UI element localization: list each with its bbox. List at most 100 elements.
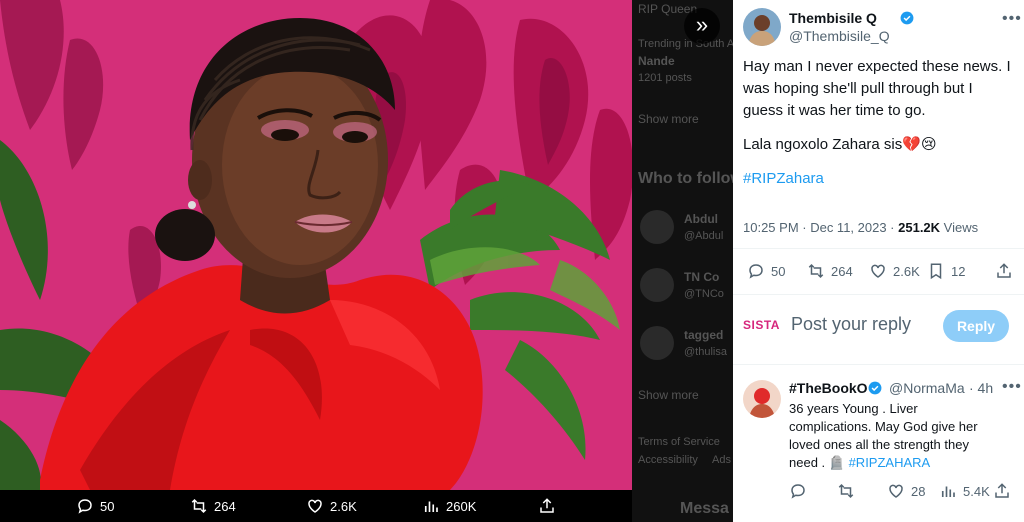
bg-line: Ads [712, 454, 731, 466]
media-views-count: 260K [446, 498, 477, 514]
reply-composer: SISTA Reply [743, 308, 1015, 346]
reply-views-button[interactable]: 5.4K [939, 482, 990, 500]
like-button[interactable]: 2.6K [869, 262, 920, 280]
media-reply-button[interactable]: 50 [76, 497, 114, 515]
tweet-paragraph: Hay man I never expected these news. I w… [743, 58, 1011, 119]
reply-author-avatar[interactable] [743, 380, 781, 418]
reply-share-button[interactable] [993, 482, 1011, 500]
bg-line: 1201 posts [638, 72, 692, 84]
media-viewer: RIP Queen Trending in South Africa Nande… [0, 0, 733, 522]
repost-icon [808, 263, 824, 279]
bg-avatar [640, 268, 674, 302]
media-share-button[interactable] [538, 497, 556, 515]
reply-submit-button[interactable]: Reply [943, 310, 1009, 342]
bg-avatar [640, 326, 674, 360]
divider [733, 294, 1024, 295]
reply-button[interactable]: 50 [747, 262, 785, 280]
reply-timestamp[interactable]: · 4h [969, 380, 993, 396]
reply-count: 50 [771, 263, 786, 279]
repost-button[interactable]: 264 [807, 262, 853, 280]
like-count: 2.6K [893, 263, 920, 279]
author-name[interactable]: Thembisile Q [789, 10, 877, 26]
media-reply-count: 50 [100, 498, 115, 514]
reply-action-bar: 28 5.4K [789, 482, 1014, 500]
share-button[interactable] [995, 262, 1013, 280]
media-views-button[interactable]: 260K [422, 497, 476, 515]
bg-line: @thulisa [684, 346, 727, 358]
views-icon [941, 486, 955, 497]
like-icon [308, 499, 322, 513]
bg-line: Who to follow [638, 170, 733, 187]
bookmark-count: 12 [951, 263, 966, 279]
reply-repost-button[interactable] [837, 482, 855, 500]
verified-icon [900, 11, 914, 25]
reply-hashtag-link[interactable]: #RIPZAHARA [849, 455, 931, 470]
reply-like-count: 28 [911, 483, 926, 499]
bg-line: @Abdul [684, 230, 724, 242]
author-handle[interactable]: @Thembisile_Q [789, 28, 890, 44]
avatar-image [743, 8, 781, 46]
share-icon [995, 483, 1009, 498]
more-icon[interactable]: ••• [1002, 378, 1022, 396]
repost-icon [191, 498, 207, 514]
tweet-action-bar: 50 264 2.6K 12 [743, 262, 1015, 282]
reply-text: 36 years Young . Liver complications. Ma… [789, 400, 994, 472]
share-icon [997, 263, 1011, 278]
current-user-avatar[interactable]: SISTA [743, 318, 780, 332]
reply-input[interactable] [791, 314, 941, 335]
author-avatar[interactable] [743, 8, 781, 46]
bookmark-button[interactable]: 12 [927, 262, 965, 280]
tweet-header: Thembisile Q @Thembisile_Q ••• [743, 8, 1021, 48]
reply-icon [749, 264, 763, 279]
tweet-detail-panel: Thembisile Q @Thembisile_Q ••• Hay man I… [733, 0, 1024, 522]
bg-line: tagged [684, 328, 724, 342]
bg-line: @TNCo [684, 288, 724, 300]
reply-author-name[interactable]: #TheBookO [789, 380, 868, 396]
divider [733, 248, 1024, 249]
bg-avatar [640, 210, 674, 244]
media-like-button[interactable]: 2.6K [306, 497, 357, 515]
share-icon [540, 498, 554, 513]
bg-line: Accessibility [638, 454, 698, 466]
reply-tweet[interactable]: #TheBookO @NormaMa · 4h ••• 36 years You… [743, 376, 1021, 516]
bg-line: Nande [638, 54, 675, 68]
repost-icon [838, 483, 854, 499]
media-repost-count: 264 [214, 498, 236, 514]
media-repost-button[interactable]: 264 [190, 497, 236, 515]
bg-line: TN Co [684, 270, 720, 284]
bg-line: Show more [638, 388, 699, 402]
like-icon [889, 484, 903, 498]
like-icon [871, 264, 885, 278]
bg-line: Trending in South Africa [638, 38, 733, 50]
reply-like-button[interactable]: 28 [887, 482, 925, 500]
tweet-paragraph: Lala ngoxolo Zahara sis💔😢 [743, 136, 937, 153]
repost-count: 264 [831, 263, 853, 279]
divider [733, 364, 1024, 365]
reply-icon [78, 499, 92, 514]
photo-illustration [0, 0, 632, 490]
media-like-count: 2.6K [330, 498, 357, 514]
bg-line: Show more [638, 112, 699, 126]
avatar-image [743, 380, 781, 418]
tweet-views-label: Views [940, 220, 979, 235]
tweet-text: Hay man I never expected these news. I w… [743, 56, 1015, 202]
media-action-bar: 50 264 2.6K 260K [0, 490, 632, 522]
tweet-hashtag-link[interactable]: #RIPZahara [743, 170, 824, 187]
reply-author-handle[interactable]: @NormaMa [889, 380, 965, 396]
bg-line: Terms of Service [638, 436, 720, 448]
reply-reply-button[interactable] [789, 482, 807, 500]
bg-line: Abdul [684, 212, 718, 226]
verified-icon [868, 381, 882, 395]
background-timeline: RIP Queen Trending in South Africa Nande… [632, 0, 733, 522]
reply-views-count: 5.4K [963, 483, 990, 499]
tweet-photo[interactable] [0, 0, 632, 490]
tweet-timestamp[interactable]: 10:25 PM · Dec 11, 2023 · [743, 220, 898, 235]
bg-line: Messa [680, 500, 729, 517]
tweet-meta: 10:25 PM · Dec 11, 2023 · 251.2K Views [743, 220, 978, 235]
bookmark-icon [930, 263, 942, 280]
reply-icon [791, 484, 805, 499]
more-icon[interactable]: ••• [1002, 10, 1022, 28]
views-icon [424, 501, 438, 512]
expand-icon[interactable]: » [684, 8, 720, 44]
tweet-views-count: 251.2K [898, 220, 941, 235]
